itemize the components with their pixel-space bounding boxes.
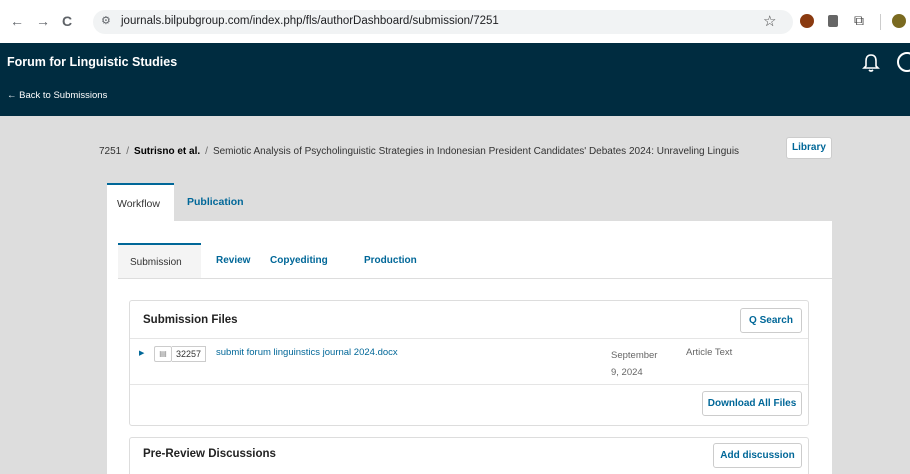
extension-icon[interactable]	[800, 14, 814, 28]
toolbar-divider	[880, 14, 881, 30]
puzzle-icon[interactable]: ⧉	[854, 12, 864, 29]
download-all-files-button[interactable]: Download All Files	[702, 391, 802, 416]
browser-toolbar: ← → C ⚙ journals.bilpubgroup.com/index.p…	[0, 0, 910, 43]
card-divider	[130, 384, 808, 385]
breadcrumb-separator: /	[205, 146, 208, 157]
tab-copyediting[interactable]: Copyediting	[258, 243, 340, 279]
profile-icon[interactable]	[892, 14, 906, 28]
submission-title: Semiotic Analysis of Psycholinguistic St…	[212, 146, 740, 157]
extension-icon[interactable]	[828, 15, 838, 27]
search-button[interactable]: Q Search	[740, 308, 802, 333]
tab-submission[interactable]: Submission	[118, 243, 201, 279]
pre-review-discussions-title: Pre-Review Discussions	[143, 448, 276, 460]
breadcrumb: 7251 / Sutrisno et al. / Semiotic Analysis o…	[99, 146, 784, 157]
submission-authors: Sutrisno et al.	[134, 146, 201, 157]
submission-id: 7251	[99, 146, 122, 157]
file-name-link[interactable]: submit forum linguinstics journal 2024.d…	[216, 347, 398, 358]
file-row: ▶ ▤ 32257 submit forum linguinstics jour…	[130, 339, 808, 385]
tune-icon[interactable]: ⚙	[101, 14, 111, 27]
file-id: 32257	[172, 346, 207, 362]
submission-files-title: Submission Files	[143, 314, 238, 326]
library-button[interactable]: Library	[786, 137, 832, 159]
breadcrumb-separator: /	[126, 146, 130, 157]
tab-review[interactable]: Review	[204, 243, 262, 279]
subtab-divider	[118, 278, 832, 279]
bell-icon[interactable]	[862, 53, 880, 73]
back-arrow-icon[interactable]: ←	[10, 13, 24, 29]
submission-files-panel: Submission Files Q Search ▶ ▤ 32257 subm…	[129, 300, 809, 426]
reload-icon[interactable]: C	[62, 13, 72, 29]
file-type: Article Text	[686, 347, 733, 358]
document-icon: ▤	[154, 346, 172, 362]
expand-triangle-icon[interactable]: ▶	[139, 349, 144, 357]
user-icon[interactable]	[897, 52, 910, 72]
address-bar[interactable]: ⚙ journals.bilpubgroup.com/index.php/fls…	[93, 10, 793, 34]
tab-production[interactable]: Production	[352, 243, 429, 279]
app-header: Forum for Linguistic Studies ← Back to S…	[0, 43, 910, 116]
forward-arrow-icon[interactable]: →	[36, 13, 50, 29]
pre-review-discussions-panel: Pre-Review Discussions Add discussion	[129, 437, 809, 474]
journal-title[interactable]: Forum for Linguistic Studies	[7, 55, 177, 69]
add-discussion-button[interactable]: Add discussion	[713, 443, 802, 468]
back-to-submissions-link[interactable]: ← Back to Submissions	[7, 90, 107, 101]
bookmark-star-icon[interactable]: ☆	[763, 12, 776, 30]
url-text[interactable]: journals.bilpubgroup.com/index.php/fls/a…	[121, 15, 499, 27]
file-date: September 9, 2024	[611, 350, 658, 378]
tab-workflow[interactable]: Workflow	[107, 183, 174, 221]
tab-publication[interactable]: Publication	[177, 183, 254, 221]
